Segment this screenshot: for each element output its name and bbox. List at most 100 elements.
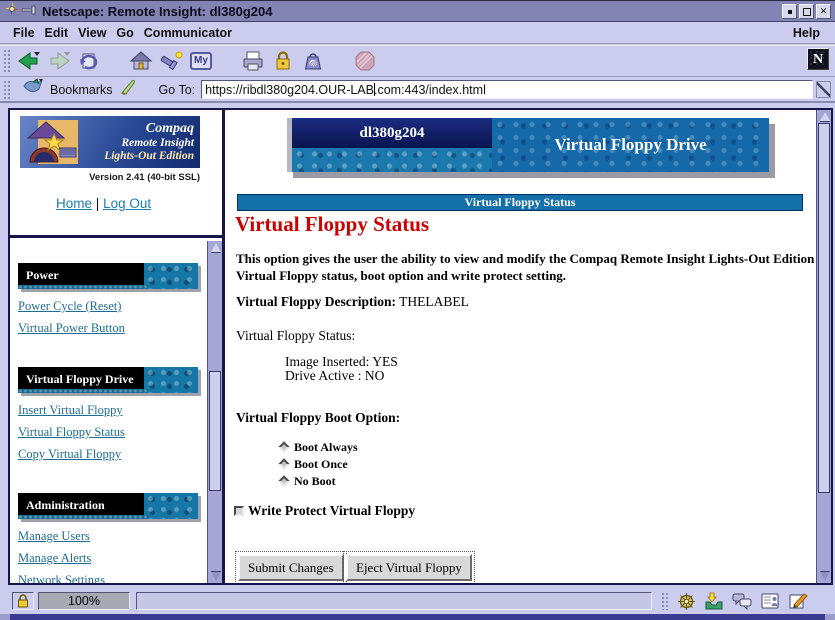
session-links: Home | Log Out xyxy=(56,196,151,211)
discussions-icon[interactable] xyxy=(728,591,756,611)
write-protect-checkbox[interactable] xyxy=(234,506,244,516)
url-field-wrap xyxy=(201,80,813,99)
write-protect-row: Write Protect Virtual Floppy xyxy=(234,503,415,519)
component-bar xyxy=(658,590,812,612)
menu-view[interactable]: View xyxy=(73,24,111,42)
grip-handle[interactable] xyxy=(661,592,669,610)
sidebar-scrollbar[interactable] xyxy=(207,241,222,583)
frameset: Compaq Remote Insight Lights-Out Edition… xyxy=(8,108,833,585)
url-history-dropdown-icon[interactable] xyxy=(816,81,831,98)
brand-text: Compaq Remote Insight Lights-Out Edition xyxy=(78,116,200,168)
titlebar[interactable]: Netscape: Remote Insight: dl380g204 ✕ xyxy=(0,0,835,22)
resize-corner[interactable] xyxy=(825,614,835,620)
goto-label: Go To: xyxy=(159,83,196,97)
status-bar: 100% xyxy=(0,588,835,614)
location-bar: Bookmarks Go To: xyxy=(0,78,835,103)
stop-icon[interactable] xyxy=(350,47,380,75)
grip-handle[interactable] xyxy=(3,80,11,98)
composer-icon[interactable] xyxy=(784,591,812,611)
scroll-up-icon[interactable] xyxy=(818,110,831,123)
window-bottom-edge xyxy=(0,614,835,620)
minimize-button[interactable] xyxy=(782,4,797,19)
nav-section-power: Power xyxy=(18,263,198,289)
scroll-up-icon[interactable] xyxy=(209,241,222,254)
my-netscape-icon[interactable]: My xyxy=(186,47,216,75)
print-icon[interactable] xyxy=(238,47,268,75)
boot-option-label: Virtual Floppy Boot Option: xyxy=(236,410,400,426)
menu-edit[interactable]: Edit xyxy=(40,24,74,42)
close-button[interactable]: ✕ xyxy=(816,4,831,19)
resize-corner[interactable] xyxy=(0,614,10,620)
status-label: Virtual Floppy Status: xyxy=(236,328,355,344)
menubar: File Edit View Go Communicator Help xyxy=(0,23,835,44)
address-book-icon[interactable] xyxy=(756,591,784,611)
version-label: Version 2.41 (40-bit SSL) xyxy=(20,172,200,183)
sidebar-link-network-settings[interactable]: Network Settings xyxy=(18,573,105,583)
sidebar-link-manage-users[interactable]: Manage Users xyxy=(18,529,90,544)
description-label: Virtual Floppy Description: xyxy=(236,294,396,309)
sidebar-link-virtual-power-button[interactable]: Virtual Power Button xyxy=(18,321,125,336)
sidebar-link-copy-virtual-floppy[interactable]: Copy Virtual Floppy xyxy=(18,447,121,462)
bookmark-flag-icon[interactable] xyxy=(22,78,44,101)
page-banner: dl380g204 Virtual Floppy Drive xyxy=(287,118,769,172)
nav-section-administration: Administration xyxy=(18,493,198,519)
forward-icon[interactable] xyxy=(44,47,74,75)
reload-icon[interactable] xyxy=(74,47,104,75)
bookmarks-label[interactable]: Bookmarks xyxy=(50,83,113,97)
sidebar-link-manage-alerts[interactable]: Manage Alerts xyxy=(18,551,91,566)
intro-paragraph: This option gives the user the ability t… xyxy=(236,250,816,284)
eject-virtual-floppy-button[interactable]: Eject Virtual Floppy xyxy=(346,554,472,581)
sidebar-link-virtual-floppy-status[interactable]: Virtual Floppy Status xyxy=(18,425,125,440)
banner-texture xyxy=(292,148,492,172)
svg-text:@: @ xyxy=(310,61,317,68)
maximize-button[interactable] xyxy=(799,4,814,19)
description-value: THELABEL xyxy=(399,294,469,309)
sidebar-link-insert-virtual-floppy[interactable]: Insert Virtual Floppy xyxy=(18,403,123,418)
sidebar-link-power-cycle[interactable]: Power Cycle (Reset) xyxy=(18,299,121,314)
scroll-down-icon[interactable] xyxy=(209,570,222,583)
back-icon[interactable] xyxy=(14,47,44,75)
scrollbar-thumb[interactable] xyxy=(818,123,830,493)
compaq-brand-logo: Compaq Remote Insight Lights-Out Edition xyxy=(20,116,200,168)
menu-go[interactable]: Go xyxy=(111,24,138,42)
sidebar-top-frame: Compaq Remote Insight Lights-Out Edition… xyxy=(10,110,222,238)
nav-section-virtual-floppy: Virtual Floppy Drive xyxy=(18,367,198,393)
server-name: dl380g204 xyxy=(292,118,492,148)
radio-boot-always[interactable]: Boot Always xyxy=(280,440,358,454)
logout-link[interactable]: Log Out xyxy=(103,196,151,211)
scroll-down-icon[interactable] xyxy=(818,570,831,583)
security-icon[interactable] xyxy=(268,47,298,75)
window-title: Netscape: Remote Insight: dl380g204 xyxy=(42,4,272,19)
shop-icon[interactable]: @ xyxy=(298,47,328,75)
quill-icon[interactable] xyxy=(119,78,137,101)
progress-indicator: 100% xyxy=(38,592,130,610)
status-message-field xyxy=(136,592,652,610)
scrollbar-thumb[interactable] xyxy=(209,371,221,491)
app-pinwheel-icon xyxy=(4,1,20,22)
text-cursor xyxy=(374,83,375,96)
url-input[interactable] xyxy=(202,82,812,99)
section-title-bar: Virtual Floppy Status xyxy=(237,194,803,211)
netscape-logo[interactable]: N xyxy=(807,48,829,70)
menu-communicator[interactable]: Communicator xyxy=(139,24,237,42)
brand-graphic-icon xyxy=(24,120,78,168)
submit-changes-button[interactable]: Submit Changes xyxy=(238,554,344,581)
navigation-toolbar: My @ N xyxy=(0,45,835,77)
menu-help[interactable]: Help xyxy=(788,24,825,42)
navigator-icon[interactable] xyxy=(672,591,700,611)
status-drive-active: Drive Active : NO xyxy=(285,368,384,384)
mailbox-icon[interactable] xyxy=(700,591,728,611)
radio-boot-once[interactable]: Boot Once xyxy=(280,457,348,471)
search-icon[interactable] xyxy=(156,47,186,75)
menu-file[interactable]: File xyxy=(8,24,40,42)
radio-icon xyxy=(278,475,289,486)
home-link[interactable]: Home xyxy=(56,196,92,211)
main-scrollbar[interactable] xyxy=(816,110,831,583)
security-lock-icon[interactable] xyxy=(12,592,34,610)
grip-handle[interactable] xyxy=(3,49,11,73)
radio-no-boot[interactable]: No Boot xyxy=(280,474,336,488)
home-icon[interactable] xyxy=(126,47,156,75)
radio-icon xyxy=(278,458,289,469)
sidebar-nav-frame: Power Power Cycle (Reset) Virtual Power … xyxy=(10,241,207,583)
pushpin-icon xyxy=(22,2,36,20)
